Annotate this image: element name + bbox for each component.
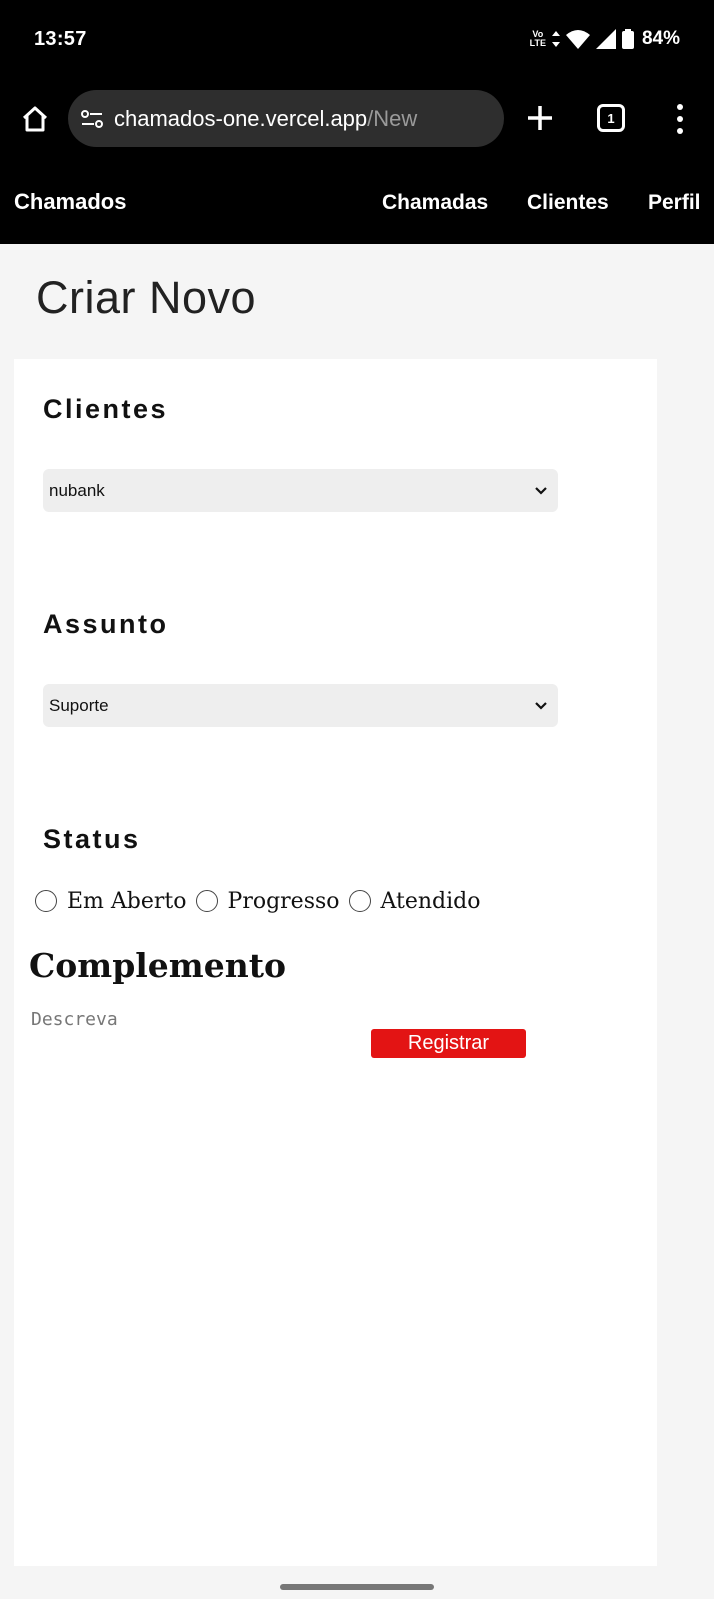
data-arrows-icon bbox=[551, 31, 560, 47]
complemento-heading: Complemento bbox=[29, 946, 286, 985]
radio-label: Progresso bbox=[227, 888, 340, 914]
radio-label: Atendido bbox=[380, 888, 481, 914]
page-title: Criar Novo bbox=[36, 272, 257, 323]
tab-count: 1 bbox=[607, 110, 615, 126]
site-settings-icon[interactable] bbox=[80, 107, 104, 131]
status-radio-group: Em Aberto Progresso Atendido bbox=[35, 886, 490, 916]
clientes-select[interactable]: nubank bbox=[43, 469, 558, 512]
radio-atendido[interactable]: Atendido bbox=[348, 888, 481, 914]
gesture-handle[interactable] bbox=[280, 1584, 434, 1590]
chevron-down-icon bbox=[535, 701, 547, 710]
clientes-label: Clientes bbox=[43, 394, 169, 424]
radio-label: Em Aberto bbox=[67, 888, 187, 914]
address-bar[interactable]: chamados-one.vercel.app/New bbox=[68, 90, 504, 147]
plus-icon bbox=[528, 106, 552, 130]
volte-icon: Vo LTE bbox=[529, 29, 546, 48]
url-path: /New bbox=[367, 105, 418, 131]
app-navbar: Chamados Chamadas Clientes Perfil bbox=[0, 164, 714, 244]
radio-em-aberto[interactable]: Em Aberto bbox=[35, 889, 187, 914]
battery-level: 84% bbox=[641, 28, 680, 49]
status-bar: 13:57 Vo LTE 84% bbox=[0, 0, 714, 80]
signal-icon bbox=[595, 29, 616, 49]
descricao-textarea[interactable]: Descreva bbox=[31, 1009, 118, 1030]
radio-circle[interactable] bbox=[348, 890, 371, 912]
nav-link-clientes[interactable]: Clientes bbox=[527, 191, 609, 215]
wifi-icon bbox=[565, 30, 590, 49]
home-button[interactable] bbox=[18, 102, 52, 136]
more-vert-icon[interactable] bbox=[666, 104, 694, 134]
tabs-icon[interactable]: 1 bbox=[597, 104, 625, 132]
registrar-button[interactable]: Registrar bbox=[371, 1029, 526, 1058]
assunto-label: Assunto bbox=[43, 609, 169, 639]
radio-progresso[interactable]: Progresso bbox=[195, 888, 340, 914]
status-time: 13:57 bbox=[34, 28, 87, 50]
radio-circle[interactable] bbox=[195, 890, 218, 912]
form-card: Clientes nubank Assunto Suporte Status E… bbox=[14, 359, 657, 1566]
assunto-selected-value: Suporte bbox=[49, 695, 109, 715]
url-text[interactable]: chamados-one.vercel.app/New bbox=[114, 106, 417, 132]
battery-icon bbox=[621, 29, 634, 49]
assunto-select[interactable]: Suporte bbox=[43, 684, 558, 727]
status-label: Status bbox=[43, 824, 141, 854]
chevron-down-icon bbox=[535, 486, 547, 495]
browser-toolbar: chamados-one.vercel.app/New 1 bbox=[0, 80, 714, 164]
nav-link-perfil[interactable]: Perfil bbox=[648, 191, 701, 215]
url-domain: chamados-one.vercel.app bbox=[114, 105, 368, 131]
new-tab-button[interactable] bbox=[524, 102, 556, 134]
radio-circle[interactable] bbox=[35, 890, 57, 912]
nav-link-chamadas[interactable]: Chamadas bbox=[382, 191, 488, 215]
home-icon bbox=[22, 106, 48, 132]
brand-link[interactable]: Chamados bbox=[14, 189, 126, 215]
status-icons: Vo LTE 84% bbox=[530, 27, 680, 51]
clientes-selected-value: nubank bbox=[49, 480, 105, 500]
